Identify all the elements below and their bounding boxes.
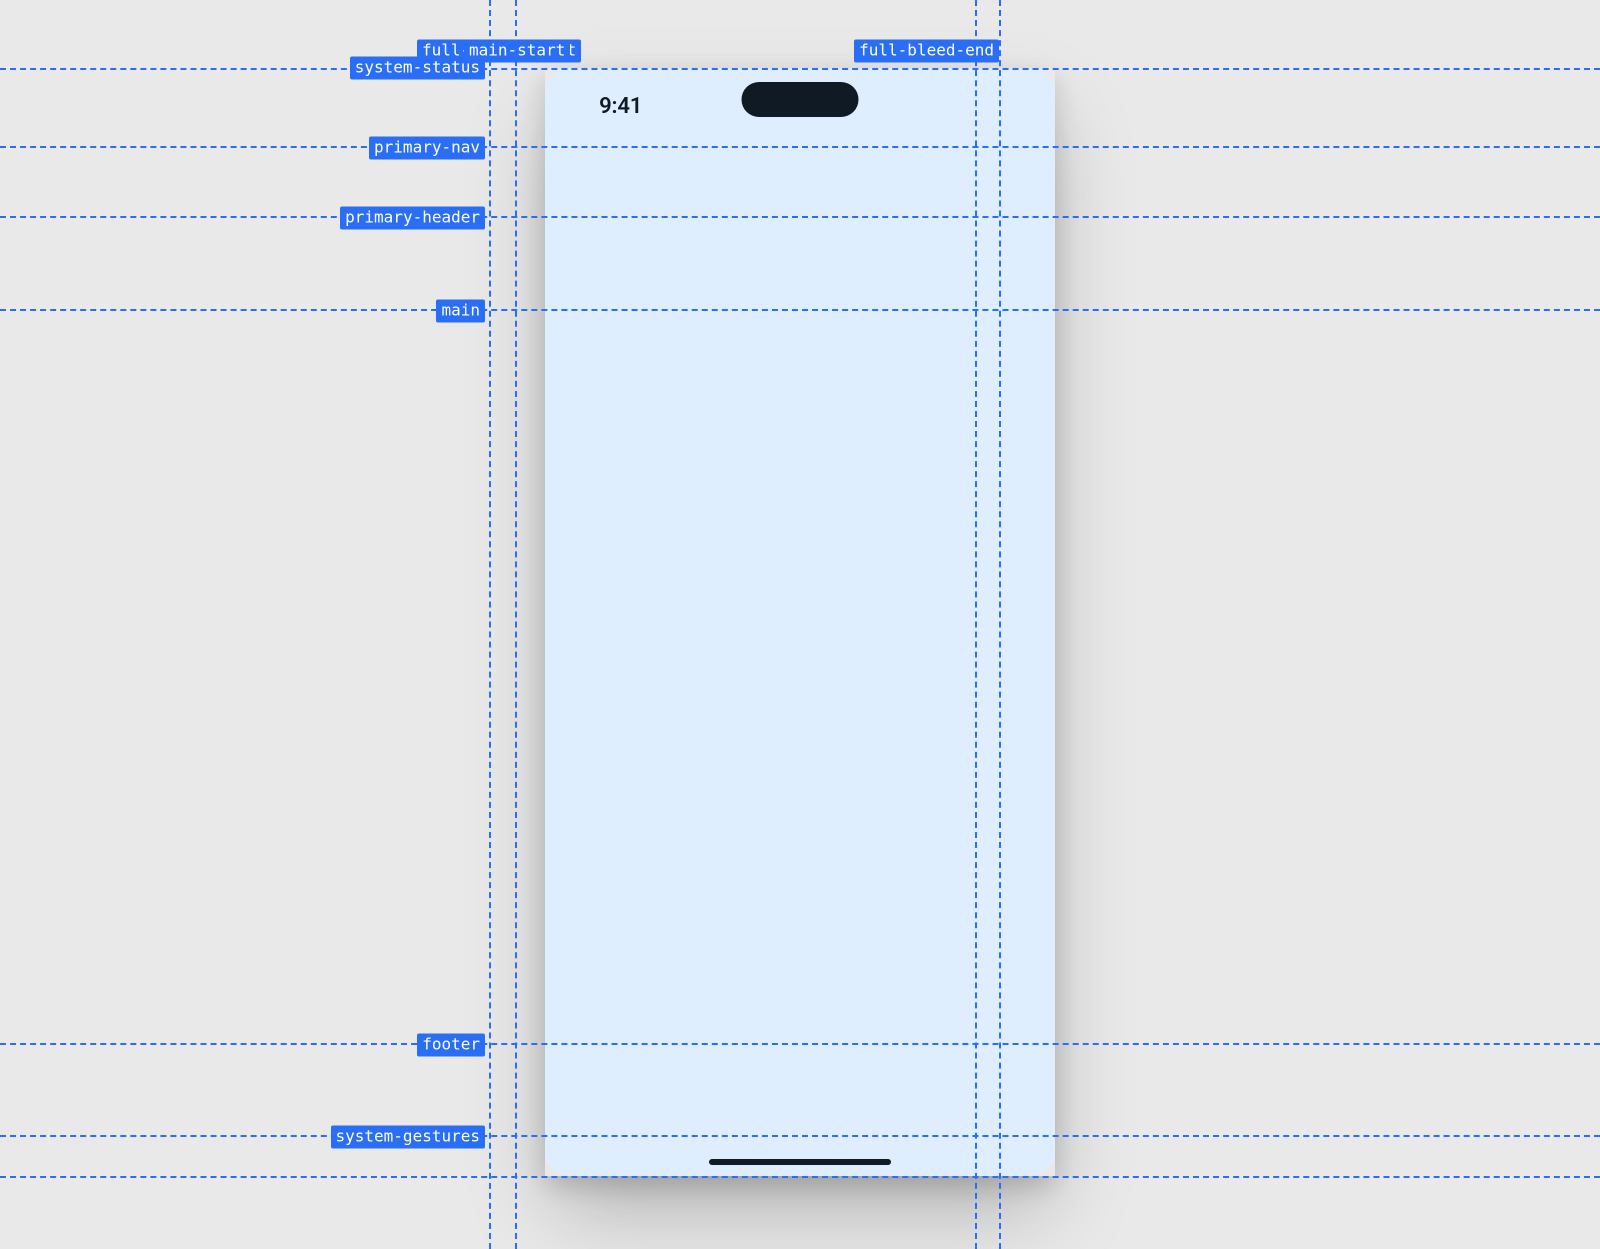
- tag-system-status: system-status: [350, 57, 485, 80]
- tag-main-start: main-start: [464, 40, 570, 63]
- vguide-main-start: [515, 0, 517, 1249]
- status-time: 9:41: [599, 93, 642, 119]
- dynamic-island: [741, 82, 858, 117]
- tag-main-end: main-end: [888, 40, 975, 63]
- corner-bevel: [1039, 1160, 1055, 1176]
- tag-primary-nav: primary-nav: [369, 137, 485, 160]
- tag-full-bleed-end: full-bleed-end: [854, 40, 999, 63]
- tag-system-gestures: system-gestures: [331, 1126, 486, 1149]
- tag-main: main: [436, 300, 485, 323]
- tag-primary-header: primary-header: [340, 207, 485, 230]
- phone-frame: 9:41: [545, 68, 1056, 1176]
- status-icons-placeholder: [915, 99, 1019, 113]
- hguide-bottom: [0, 1176, 1600, 1178]
- corner-bevel: [545, 1160, 561, 1176]
- home-indicator: [709, 1159, 891, 1166]
- tag-full-bleed-start: full-bleed-start: [417, 40, 581, 63]
- tag-footer: footer: [417, 1034, 485, 1057]
- vguide-full-bleed-start: [489, 0, 491, 1249]
